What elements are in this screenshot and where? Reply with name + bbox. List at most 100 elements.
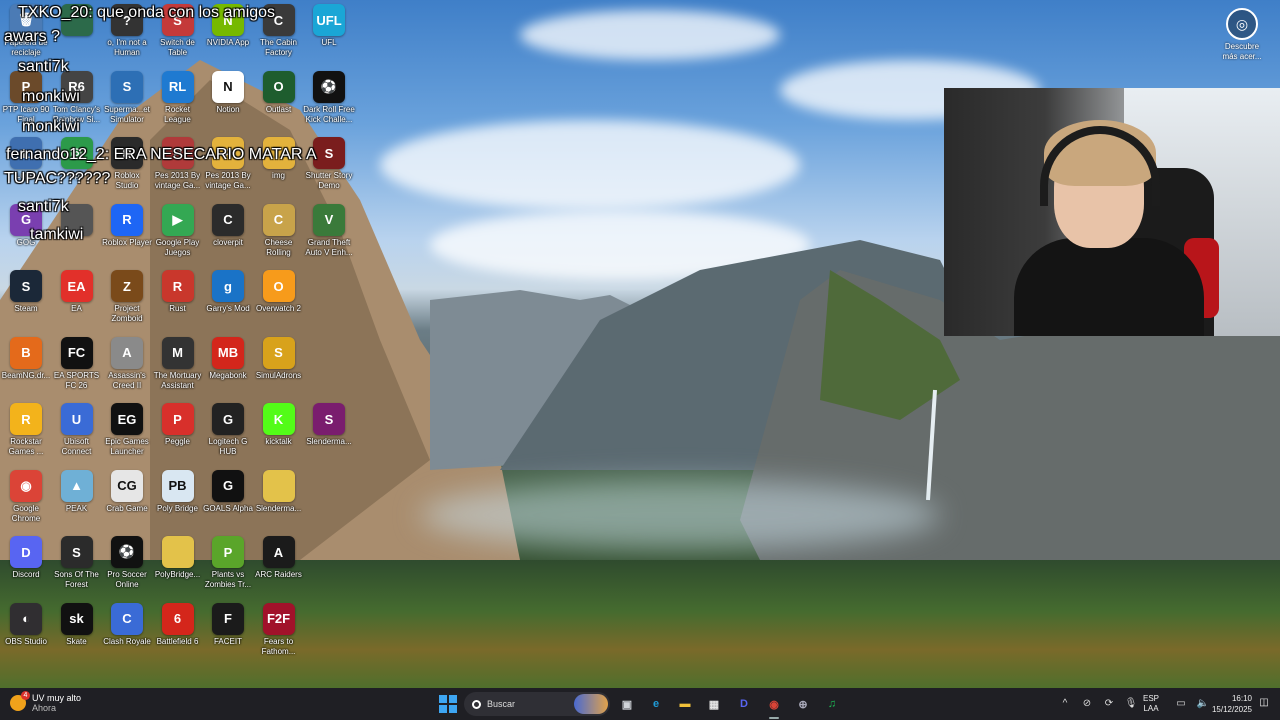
app-icon: g bbox=[212, 270, 244, 302]
app-icon: M bbox=[161, 336, 194, 369]
language-indicator[interactable]: ESP LAA bbox=[1143, 694, 1159, 714]
app-icon: PB bbox=[161, 469, 194, 502]
app-icon: A bbox=[111, 336, 143, 369]
desktop-icon-label: Grand Theft Auto V Enh... bbox=[305, 237, 353, 257]
notification-bell-icon[interactable]: ◫ bbox=[1258, 697, 1270, 709]
microphone-icon[interactable]: 🎙 bbox=[1124, 697, 1138, 711]
desktop-icon[interactable] bbox=[299, 536, 359, 598]
app-icon: CG bbox=[111, 469, 143, 502]
app-icon: R bbox=[10, 403, 42, 435]
app-icon: S bbox=[10, 270, 42, 302]
desktop-icon[interactable]: ⚽ Dark Roll Free Kick Challe... bbox=[299, 70, 359, 133]
app-icon bbox=[262, 469, 295, 502]
chat-message: TUPAC?????? bbox=[4, 170, 111, 187]
desktop-icon-label bbox=[299, 371, 359, 391]
desktop-icon-label bbox=[299, 504, 359, 524]
camera-icon: ◎ bbox=[1226, 8, 1258, 40]
clock[interactable]: 16:10 15/12/2025 bbox=[1206, 693, 1252, 715]
desktop-icon[interactable] bbox=[299, 270, 359, 332]
desktop-icon-label: Dark Roll Free Kick Challe... bbox=[303, 104, 355, 124]
app-icon: S bbox=[60, 536, 93, 568]
weather-subtitle: Ahora bbox=[32, 703, 57, 713]
app-icon: R bbox=[111, 203, 143, 236]
app-icon: 6 bbox=[161, 602, 194, 635]
app-icon: K bbox=[262, 403, 295, 435]
app-icon: RL bbox=[161, 70, 194, 103]
desktop-icon-label: UFL bbox=[321, 38, 337, 47]
app-icon: V bbox=[313, 203, 345, 236]
app-icon: ▶ bbox=[161, 203, 194, 236]
desktop-icon[interactable]: V Grand Theft Auto V Enh... bbox=[299, 203, 359, 266]
steam-cleaner-taskbar-icon[interactable]: ⊕ bbox=[792, 693, 814, 715]
system-tray: ^ ⊘ ⟳ 🎙 bbox=[1054, 688, 1142, 720]
sun-icon: 4 bbox=[10, 691, 30, 711]
network-off-icon[interactable]: ⊘ bbox=[1080, 697, 1094, 711]
webcam-overlay bbox=[944, 88, 1280, 336]
app-icon bbox=[313, 603, 345, 635]
search-highlight-image bbox=[574, 694, 608, 714]
app-icon: ◉ bbox=[10, 469, 42, 502]
app-icon: B bbox=[10, 336, 42, 369]
edge-taskbar-icon[interactable]: e bbox=[645, 693, 667, 715]
chrome-taskbar-icon[interactable]: ◉ bbox=[763, 693, 785, 719]
app-icon: F2F bbox=[262, 602, 295, 635]
chat-message: monkiwi bbox=[22, 88, 80, 105]
desktop-icon[interactable]: S Slenderma... bbox=[299, 403, 359, 465]
chat-message: fernando12_2: ERA NESECARIO MATAR A bbox=[6, 146, 317, 163]
app-icon: P bbox=[212, 536, 244, 568]
task-view-taskbar-icon[interactable]: ▣ bbox=[616, 693, 638, 715]
search-placeholder: Buscar bbox=[487, 699, 516, 709]
desktop-icon[interactable] bbox=[299, 603, 359, 665]
app-icon: FC bbox=[60, 336, 93, 369]
chat-message: awars ? bbox=[4, 28, 61, 45]
app-icon bbox=[313, 470, 345, 502]
chat-message: tamkiwi bbox=[30, 226, 84, 243]
display-icon: ▭ bbox=[1176, 698, 1186, 709]
chevron-up-icon[interactable]: ^ bbox=[1058, 697, 1072, 711]
search-box[interactable]: Buscar bbox=[464, 692, 610, 716]
app-icon: MB bbox=[212, 336, 244, 369]
chat-message: santi7k bbox=[18, 58, 69, 75]
start-button[interactable] bbox=[439, 695, 457, 713]
app-icon: A bbox=[262, 536, 295, 568]
notification-badge: 4 bbox=[21, 691, 30, 700]
desktop-icon-label bbox=[299, 304, 359, 324]
app-icon: O bbox=[262, 270, 295, 302]
app-icon: C bbox=[111, 602, 143, 635]
valley-fog bbox=[420, 480, 940, 550]
discover-widget-label: Descubre más acer... bbox=[1222, 42, 1262, 61]
discord-taskbar-icon[interactable]: D bbox=[733, 693, 755, 715]
app-icon: N bbox=[212, 70, 244, 103]
app-icon: R bbox=[161, 270, 194, 302]
weather-widget[interactable]: 4 UV muy alto Ahora bbox=[10, 691, 82, 713]
app-icon: Z bbox=[111, 270, 143, 302]
desktop-icon[interactable] bbox=[299, 337, 359, 399]
chat-message: santi7k bbox=[18, 198, 69, 215]
app-icon bbox=[313, 337, 345, 369]
desktop-icon-label: Slenderma... bbox=[306, 437, 352, 446]
app-icon bbox=[313, 536, 345, 568]
spotify-taskbar-icon[interactable]: ♫ bbox=[821, 693, 843, 715]
app-icon: C bbox=[262, 203, 295, 236]
app-icon: G bbox=[212, 469, 244, 502]
app-icon bbox=[313, 270, 345, 302]
chat-message: monkiwi bbox=[22, 118, 80, 135]
discover-widget[interactable]: ◎ Descubre más acer... bbox=[1216, 8, 1268, 64]
desktop-icon-label: Shutter Story Demo bbox=[305, 171, 353, 190]
language-code: ESP bbox=[1143, 694, 1160, 703]
file-explorer-taskbar-icon[interactable]: ▬ bbox=[674, 693, 696, 715]
app-icon: S bbox=[111, 70, 143, 103]
taskbar: 4 UV muy alto Ahora Buscar ▣ e ▬ ▦ D ◉ ⊕ ♫ ^ ⊘ … bbox=[0, 688, 1280, 720]
app-icon: P bbox=[161, 403, 194, 435]
microsoft-store-taskbar-icon[interactable]: ▦ bbox=[703, 693, 725, 715]
weather-title: UV muy alto bbox=[32, 693, 82, 703]
time: 16:10 bbox=[1231, 694, 1252, 703]
app-icon: C bbox=[212, 203, 244, 236]
desktop-icon-label bbox=[299, 637, 359, 657]
desktop-icon[interactable] bbox=[299, 470, 359, 532]
app-icon: UFL bbox=[313, 4, 345, 36]
desktop-icon[interactable]: UFL UFL bbox=[299, 4, 359, 66]
date: 15/12/2025 bbox=[1211, 705, 1252, 714]
search-icon bbox=[472, 699, 481, 709]
sync-icon[interactable]: ⟳ bbox=[1102, 697, 1116, 711]
